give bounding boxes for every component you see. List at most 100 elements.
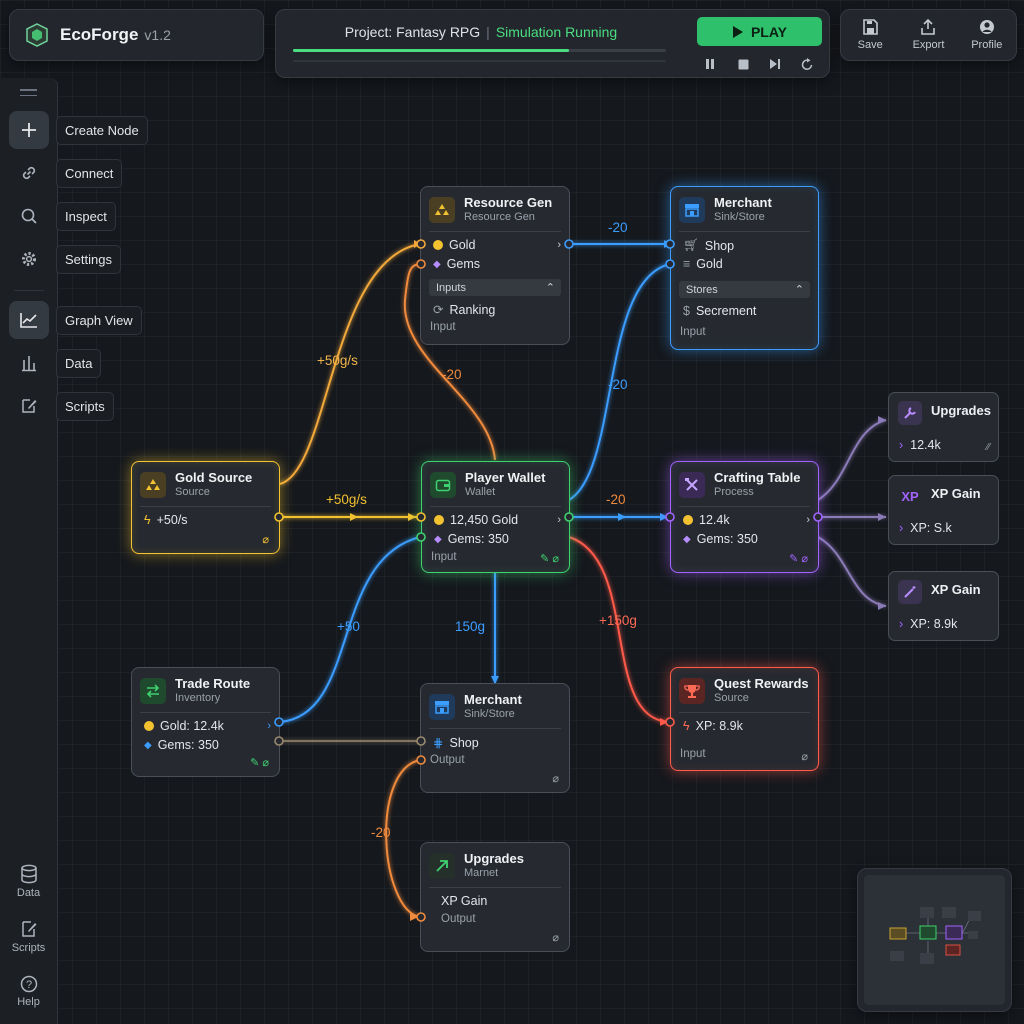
progress-fill bbox=[293, 49, 570, 52]
edge-label: -20 bbox=[608, 377, 628, 392]
wire-crafting-to-upgrades bbox=[817, 419, 887, 501]
graph-view-button[interactable] bbox=[9, 301, 49, 339]
line-chart-icon bbox=[20, 313, 37, 328]
port-row[interactable]: Gold: 12.4k bbox=[144, 719, 269, 733]
node-resource-gen[interactable]: Resource Gen Resource Gen Gold › ◆ Gems In… bbox=[420, 186, 570, 345]
data-button[interactable] bbox=[9, 344, 49, 382]
port-row[interactable]: ◆ Gems: 350 bbox=[683, 532, 808, 546]
sidebar-scripts-link[interactable]: Scripts bbox=[0, 919, 57, 954]
port-row[interactable]: XP Gain bbox=[441, 894, 559, 908]
pause-button[interactable] bbox=[699, 54, 721, 74]
plus-icon bbox=[22, 123, 36, 137]
section-header[interactable]: Stores ⌃ bbox=[679, 281, 810, 298]
node-xp-gain-1[interactable]: XP XP Gain › XP: S.k bbox=[888, 475, 999, 545]
node-value-row: › XP: S.k bbox=[899, 521, 952, 535]
node-trade-route[interactable]: Trade Route Inventory Gold: 12.4k › ◆ Gems… bbox=[131, 667, 280, 777]
node-merchant-bottom[interactable]: Merchant Sink/Store ⋕ Shop Output ⌀ bbox=[420, 683, 570, 793]
node-header: Crafting Table Process bbox=[679, 470, 810, 500]
port-label: 12,450 Gold bbox=[450, 513, 519, 527]
minimap[interactable] bbox=[857, 868, 1012, 1012]
attach-icon[interactable]: ⌀ bbox=[262, 533, 269, 546]
attach-icon[interactable]: ⌀ bbox=[552, 931, 559, 944]
link-icon bbox=[22, 166, 36, 180]
node-divider bbox=[140, 712, 271, 713]
step-forward-button[interactable] bbox=[764, 54, 786, 74]
node-title: XP Gain bbox=[931, 486, 981, 501]
node-quest-rewards[interactable]: Quest Rewards Source ϟ XP: 8.9k Input ⌀ bbox=[670, 667, 819, 771]
chevron-right-icon: › bbox=[557, 239, 561, 251]
node-divider bbox=[679, 506, 810, 507]
node-title: Merchant bbox=[714, 195, 772, 210]
gem-icon: ◆ bbox=[144, 739, 152, 751]
edge-label: -20 bbox=[442, 367, 462, 382]
attach-icon[interactable]: ⌀ bbox=[552, 772, 559, 785]
sidebar-data-label: Data bbox=[16, 887, 41, 899]
node-subtitle: Resource Gen bbox=[464, 211, 535, 223]
node-title: Quest Rewards bbox=[714, 676, 809, 691]
refresh-icon: ⟳ bbox=[433, 303, 444, 317]
database-icon bbox=[20, 864, 37, 884]
sidebar-help-link[interactable]: ? Help bbox=[0, 975, 57, 1008]
tooltip-create-node: Create Node bbox=[56, 116, 148, 145]
resource-gen-icon bbox=[429, 197, 455, 223]
port-label: Gems: 350 bbox=[447, 532, 509, 546]
node-xp-gain-2[interactable]: XP Gain › XP: 8.9k bbox=[888, 571, 999, 641]
node-upgrades-side[interactable]: Upgrades › 12.4k ⁄⁄ bbox=[888, 392, 999, 462]
port-row[interactable]: ◆ Gems: 350 bbox=[434, 532, 559, 546]
save-label: Save bbox=[857, 39, 883, 51]
node-title: Trade Route bbox=[175, 676, 251, 691]
port-row[interactable]: Gold bbox=[433, 238, 559, 252]
sidebar-data-link[interactable]: Data bbox=[0, 864, 57, 899]
section-header[interactable]: Inputs ⌃ bbox=[429, 279, 561, 296]
sidebar-handle-icon[interactable] bbox=[20, 89, 37, 96]
port-row[interactable]: ≡ Gold bbox=[683, 257, 808, 271]
port-row[interactable]: ϟ XP: 8.9k bbox=[683, 719, 808, 733]
attach-icon[interactable]: ⌀ bbox=[801, 750, 808, 763]
tooltip-settings: Settings bbox=[56, 245, 121, 274]
node-divider bbox=[429, 887, 561, 888]
export-button[interactable]: Export bbox=[901, 19, 956, 51]
port-row[interactable]: ◆ Gems: 350 bbox=[144, 738, 269, 752]
app-name: EcoForge bbox=[60, 25, 139, 44]
store-icon bbox=[679, 197, 705, 223]
port-row[interactable]: 🛒︎ Shop bbox=[683, 238, 808, 253]
project-bar: Project: Fantasy RPG | Simulation Running … bbox=[275, 9, 830, 78]
reset-button[interactable] bbox=[796, 54, 818, 74]
wire-wallet-to-quest bbox=[568, 536, 671, 723]
node-merchant-top[interactable]: Merchant Sink/Store 🛒︎ Shop ≡ Gold Stores ⌃ … bbox=[670, 186, 819, 350]
node-player-wallet[interactable]: Player Wallet Wallet 12,450 Gold › ◆ Gems:… bbox=[421, 461, 570, 573]
scripts-button[interactable] bbox=[9, 387, 49, 425]
connect-button[interactable] bbox=[9, 154, 49, 192]
port-label: XP: 8.9k bbox=[695, 719, 743, 733]
swap-icon bbox=[140, 678, 166, 704]
inspect-button[interactable] bbox=[9, 197, 49, 235]
port-row[interactable]: 12.4k bbox=[683, 513, 808, 527]
node-crafting-table[interactable]: Crafting Table Process 12.4k › ◆ Gems: 350… bbox=[670, 461, 819, 573]
stop-button[interactable] bbox=[732, 54, 754, 74]
node-upgrades-bottom[interactable]: Upgrades Marnet XP Gain Output ⌀ bbox=[420, 842, 570, 952]
store-icon bbox=[429, 694, 455, 720]
port-row[interactable]: ◆ Gems bbox=[433, 257, 559, 271]
port-row[interactable]: ⋕ Shop bbox=[433, 735, 559, 751]
simulation-status: Simulation Running bbox=[495, 24, 618, 40]
edit-attach-icon[interactable]: ✎ ⌀ bbox=[250, 756, 269, 769]
settings-button[interactable] bbox=[9, 240, 49, 278]
section-item: ⟳ Ranking bbox=[433, 302, 559, 318]
port-row[interactable]: 12,450 Gold bbox=[434, 513, 559, 527]
gold-coin-icon bbox=[144, 721, 154, 731]
section-label: Stores bbox=[686, 283, 718, 296]
node-gold-source[interactable]: Gold Source Source ϟ +50/s ⌀ bbox=[131, 461, 280, 554]
gear-icon bbox=[22, 252, 36, 266]
play-icon bbox=[732, 25, 743, 38]
edit-attach-icon[interactable]: ✎ ⌀ bbox=[540, 552, 559, 565]
profile-button[interactable]: Profile bbox=[959, 19, 1014, 51]
node-divider bbox=[140, 506, 271, 507]
node-title: Crafting Table bbox=[714, 470, 801, 485]
save-button[interactable]: Save bbox=[843, 19, 898, 51]
port-label: Gems: 350 bbox=[157, 738, 219, 752]
edit-attach-icon[interactable]: ✎ ⌀ bbox=[789, 552, 808, 565]
create-node-button[interactable] bbox=[9, 111, 49, 149]
play-button[interactable]: PLAY bbox=[697, 17, 822, 46]
lightning-icon: ϟ bbox=[144, 513, 151, 527]
profile-icon bbox=[979, 20, 994, 34]
